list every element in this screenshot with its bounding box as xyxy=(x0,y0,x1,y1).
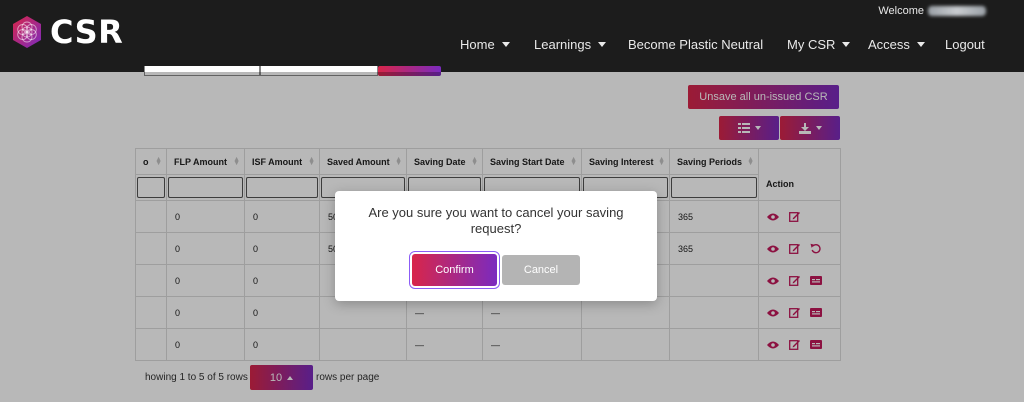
cancel-button[interactable]: Cancel xyxy=(502,255,580,285)
nav-logout-label: Logout xyxy=(945,37,985,52)
nav-plastic-label: Become Plastic Neutral xyxy=(628,37,764,52)
confirm-cancel-dialog: Are you sure you want to cancel your sav… xyxy=(335,191,657,301)
nav-become-plastic-neutral[interactable]: Become Plastic Neutral xyxy=(628,37,763,52)
nav-access[interactable]: Access xyxy=(868,37,925,52)
nav-mycsr-label: My CSR xyxy=(787,37,836,52)
nav-learnings[interactable]: Learnings xyxy=(534,37,607,52)
navbar: CSR Welcome Home Learnings Become Plasti… xyxy=(0,0,1024,72)
chevron-down-icon xyxy=(598,42,607,47)
chevron-down-icon xyxy=(501,42,510,47)
nav-access-label: Access xyxy=(868,37,910,52)
flower-of-life-icon xyxy=(13,16,41,48)
nav-home-label: Home xyxy=(460,37,495,52)
dialog-message: Are you sure you want to cancel your sav… xyxy=(368,205,624,236)
nav-my-csr[interactable]: My CSR xyxy=(787,37,851,52)
welcome-text: Welcome xyxy=(878,5,986,17)
confirm-button[interactable]: Confirm xyxy=(412,254,497,286)
blurred-username xyxy=(928,6,986,16)
chevron-down-icon xyxy=(916,42,925,47)
nav-logout[interactable]: Logout xyxy=(945,37,985,52)
nav-learnings-label: Learnings xyxy=(534,37,592,52)
brand-logo[interactable]: CSR xyxy=(10,13,123,51)
chevron-down-icon xyxy=(842,42,851,47)
nav-home[interactable]: Home xyxy=(460,37,510,52)
welcome-label: Welcome xyxy=(878,5,924,17)
brand-name: CSR xyxy=(50,13,124,51)
